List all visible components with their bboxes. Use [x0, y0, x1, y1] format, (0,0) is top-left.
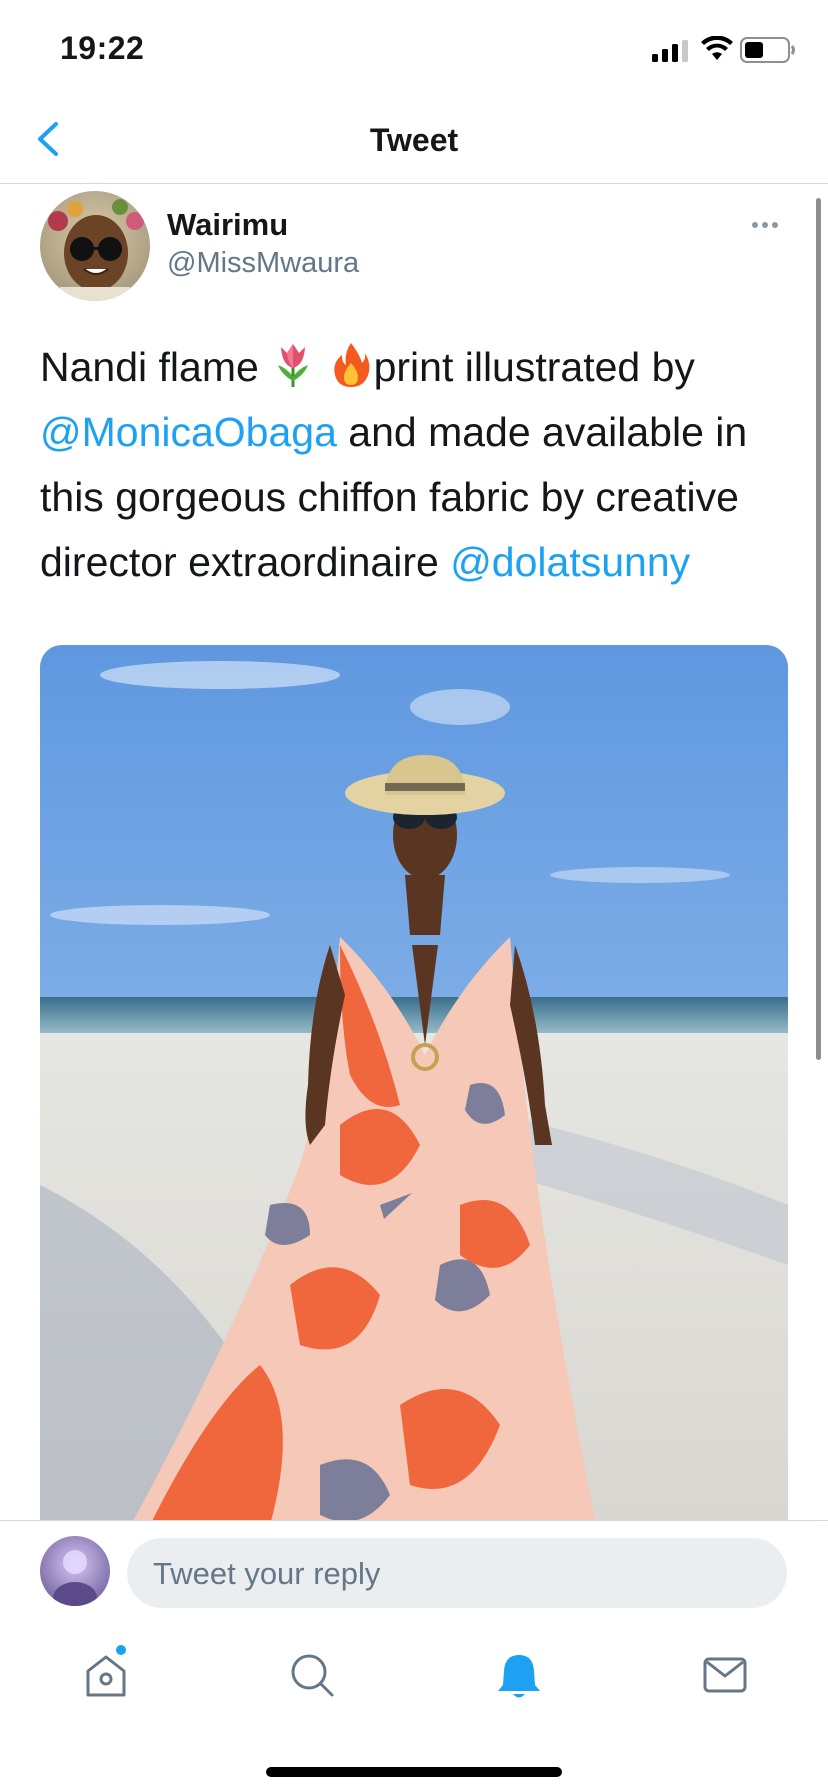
author-avatar[interactable]: [40, 191, 150, 301]
tweet-detail-screen: 19:22 Tweet Wairimu @MissMwaura Nandi fl…: [0, 0, 828, 1792]
messages-icon[interactable]: [695, 1645, 755, 1705]
home-indicator[interactable]: [266, 1767, 562, 1777]
dot-icon: [772, 222, 778, 228]
author-handle[interactable]: @MissMwaura: [167, 247, 359, 280]
new-content-dot: [116, 1645, 126, 1655]
tulip-icon: [278, 344, 309, 388]
user-avatar[interactable]: [40, 1536, 110, 1606]
scroll-indicator[interactable]: [816, 198, 821, 1060]
reply-bar: Tweet your reply: [0, 1520, 828, 1615]
more-options-button[interactable]: [752, 215, 786, 229]
status-time: 19:22: [60, 30, 145, 66]
reply-input[interactable]: Tweet your reply: [127, 1538, 787, 1608]
notifications-icon[interactable]: [489, 1645, 549, 1705]
fire-icon: [333, 343, 370, 388]
wifi-icon: [701, 36, 733, 60]
author-name[interactable]: Wairimu: [167, 207, 288, 243]
battery-icon: [740, 37, 795, 63]
search-icon[interactable]: [282, 1645, 342, 1705]
dot-icon: [752, 222, 758, 228]
mention-link[interactable]: @dolatsunny: [450, 539, 690, 585]
status-bar: 19:22: [0, 0, 828, 98]
tweet-text-part: Nandi flame: [40, 344, 271, 390]
nav-header: Tweet: [0, 98, 828, 184]
tweet-text: Nandi flame print illustrated by @Monica…: [40, 335, 800, 595]
reply-placeholder: Tweet your reply: [153, 1556, 381, 1591]
mention-link[interactable]: @MonicaObaga: [40, 409, 337, 455]
page-title: Tweet: [369, 122, 459, 158]
home-icon[interactable]: [76, 1645, 136, 1705]
tweet-photo[interactable]: [40, 645, 788, 1545]
tab-bar: [0, 1615, 828, 1792]
tweet-text-part: print illustrated by: [373, 344, 695, 390]
dot-icon: [762, 222, 768, 228]
cellular-signal-icon: [652, 40, 688, 62]
